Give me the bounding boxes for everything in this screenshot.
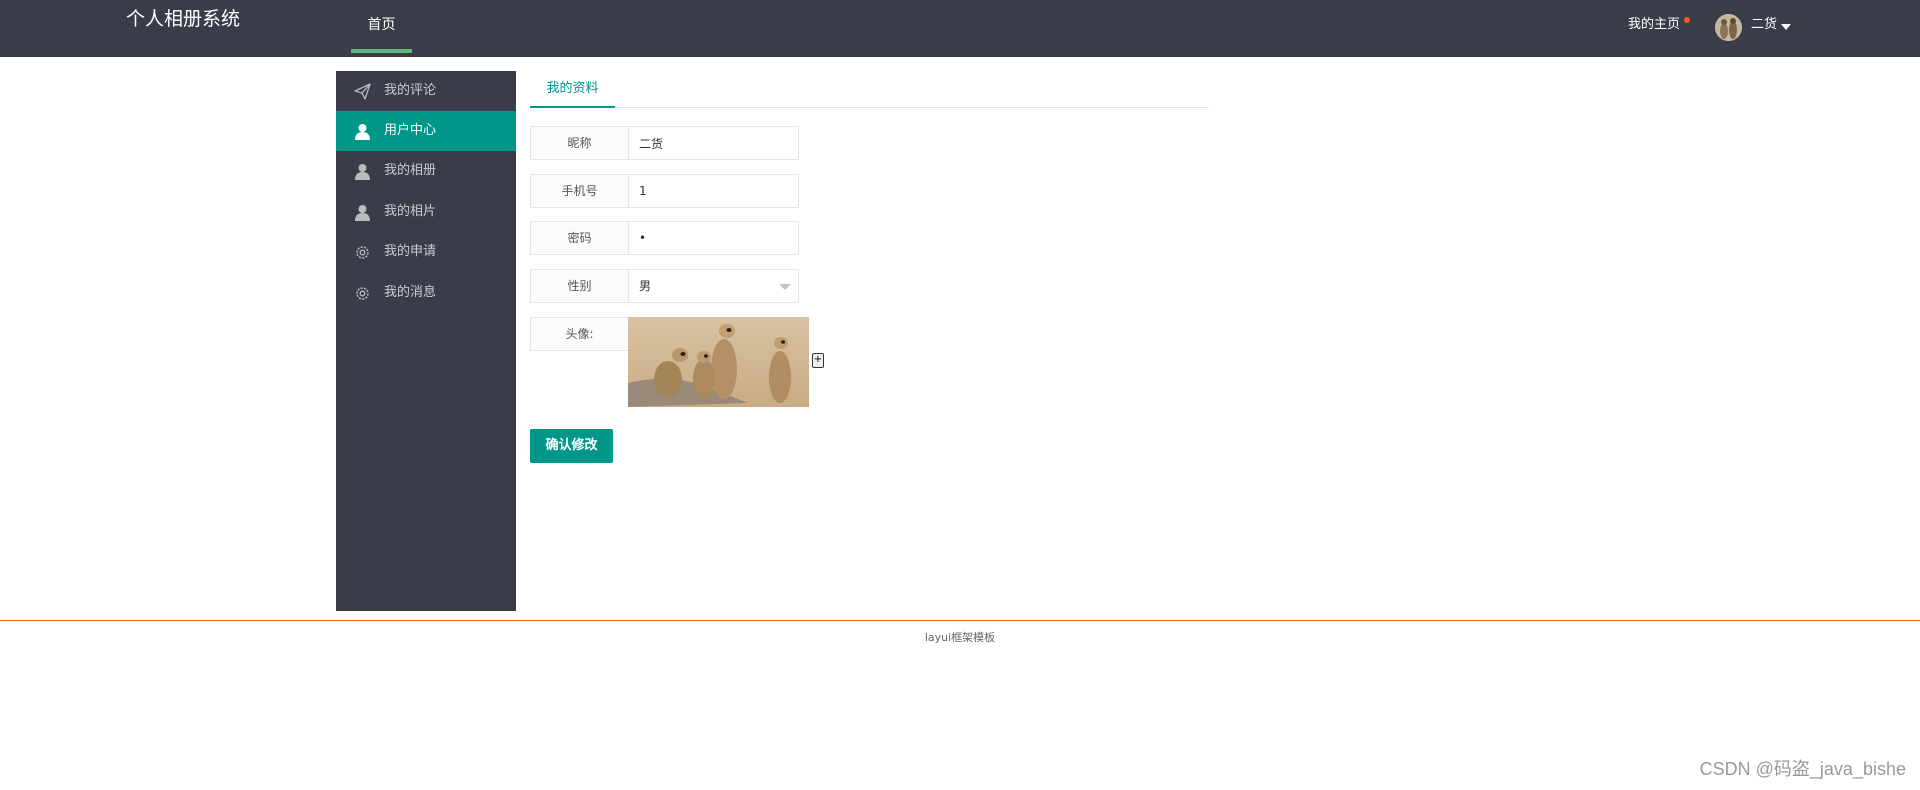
nav-home-link[interactable]: 首页 (351, 0, 412, 53)
sidebar-item-label: 我的相册 (384, 163, 437, 178)
password-input[interactable] (628, 221, 799, 255)
nav-active-indicator (351, 49, 412, 53)
tab-divider (530, 107, 1209, 108)
paper-plane-icon (354, 83, 371, 100)
gender-select[interactable]: 男 (628, 269, 799, 303)
notification-dot (1684, 17, 1690, 23)
add-avatar-button[interactable]: + (812, 353, 824, 368)
sidebar-item-albums[interactable]: 我的相册 (336, 151, 516, 191)
sidebar-item-comments[interactable]: 我的评论 (336, 71, 516, 111)
nickname-input[interactable] (628, 126, 799, 160)
sidebar-item-messages[interactable]: 我的消息 (336, 273, 516, 313)
sidebar-item-label: 我的评论 (384, 83, 437, 98)
sidebar-item-label: 我的相片 (384, 204, 437, 219)
top-header: 个人相册系统 首页 我的主页 二货 (0, 0, 1920, 57)
footer-text: layui框架模板 (924, 631, 996, 644)
avatar-image (628, 317, 809, 407)
chevron-down-icon[interactable] (779, 284, 791, 290)
gear-icon (356, 287, 369, 300)
my-home-link[interactable]: 我的主页 (1628, 14, 1680, 36)
confirm-edit-button[interactable]: 确认修改 (530, 429, 613, 463)
sidebar-item-label: 我的消息 (384, 285, 437, 300)
phone-input[interactable] (628, 174, 799, 208)
password-label: 密码 (530, 221, 629, 255)
user-icon (355, 164, 370, 180)
sidebar: 我的评论 用户中心 我的相册 我的相片 我的申请 我的消息 (336, 71, 516, 611)
user-icon (355, 205, 370, 221)
user-name[interactable]: 二货 (1751, 14, 1777, 36)
gear-icon (356, 246, 369, 259)
avatar-label: 头像: (530, 317, 629, 351)
user-avatar[interactable] (1715, 14, 1742, 41)
sidebar-item-photos[interactable]: 我的相片 (336, 192, 516, 232)
user-icon (355, 124, 370, 140)
sidebar-item-label: 我的申请 (384, 244, 437, 259)
gender-label: 性别 (530, 269, 629, 303)
chevron-down-icon[interactable] (1781, 24, 1791, 30)
footer-divider (0, 620, 1920, 621)
phone-label: 手机号 (530, 174, 629, 208)
tab-active-indicator (530, 106, 615, 108)
tab-my-profile[interactable]: 我的资料 (530, 78, 615, 108)
sidebar-item-user-center[interactable]: 用户中心 (336, 111, 516, 151)
sidebar-item-applications[interactable]: 我的申请 (336, 232, 516, 272)
nickname-label: 昵称 (530, 126, 629, 160)
sidebar-item-label: 用户中心 (384, 123, 437, 138)
watermark: CSDN @码盗_java_bishe (1699, 759, 1906, 779)
app-title: 个人相册系统 (126, 8, 241, 30)
